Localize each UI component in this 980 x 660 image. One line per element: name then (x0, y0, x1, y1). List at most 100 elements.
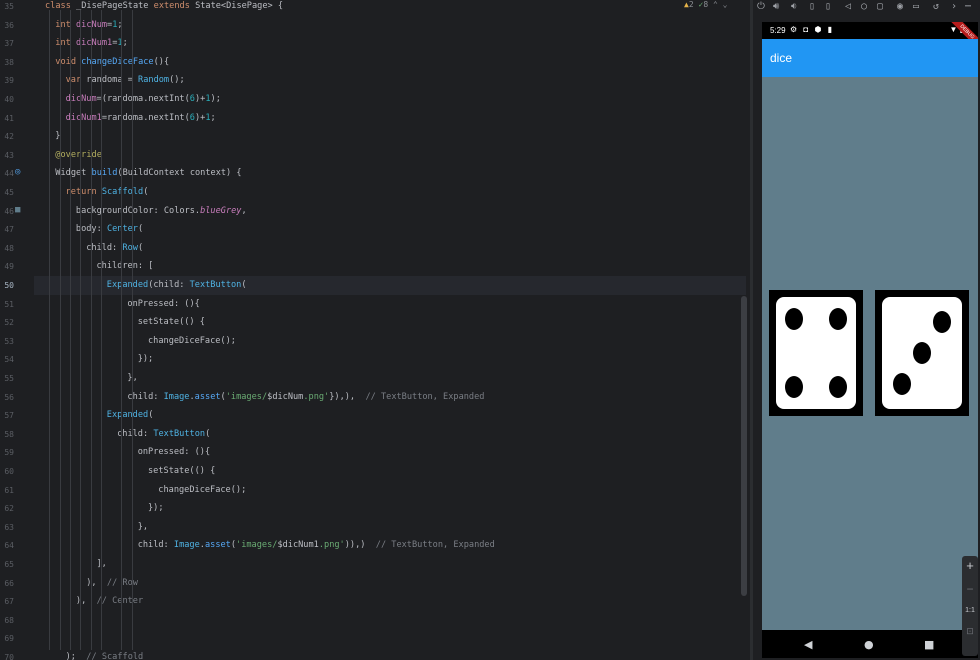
code-line[interactable]: class _DisePageState extends State<DiseP… (34, 0, 746, 16)
volume-up-icon[interactable]: 🔊︎ (773, 1, 779, 12)
camera-icon[interactable]: ◉ (897, 1, 903, 12)
code-line[interactable]: void changeDiceFace(){ (34, 53, 746, 72)
override-marker-icon[interactable]: ◎ (15, 167, 20, 177)
code-line[interactable]: changeDiceFace(); (34, 332, 746, 351)
code-line[interactable]: @override (34, 146, 746, 165)
line-number: 56 (4, 392, 14, 402)
code-line[interactable]: Widget build(BuildContext context) { (34, 164, 746, 183)
code-line[interactable]: int dicNum=1; (34, 16, 746, 35)
nav-back-icon[interactable]: ◀ (804, 638, 812, 651)
die-pip (933, 310, 951, 333)
code-line[interactable]: child: Image.asset('images/$dicNum1.png'… (34, 536, 746, 555)
inspection-widget[interactable]: ▲2 ✓8 ⌃ ⌄ (684, 0, 727, 9)
code-token: dicNum1 (65, 112, 102, 123)
line-number: 62 (4, 504, 14, 514)
code-token: return (65, 187, 102, 197)
code-line[interactable]: Expanded( (34, 406, 746, 425)
notification-icons: ⚙ ◘ ⬢ ▮ (790, 25, 835, 34)
code-token: randoma = (86, 75, 139, 86)
code-token: )+ (194, 94, 206, 104)
line-number-gutter: 35 36 37 38 39 40 41 42 43 44 45 46 47 48 49 50 51 52 53 54… (0, 0, 30, 660)
code-line[interactable]: }); (34, 350, 746, 369)
code-editor[interactable]: 35 36 37 38 39 40 41 42 43 44 45 46 47 48 49 50 51 52 53 54… (0, 0, 750, 660)
record-icon[interactable]: ▭ (913, 1, 919, 12)
power-icon[interactable]: ⏻ (757, 1, 765, 12)
code-line[interactable] (34, 629, 746, 648)
code-token: int (55, 19, 76, 30)
line-number: 47 (4, 225, 14, 235)
code-line[interactable]: children: [ (34, 257, 746, 276)
overflow-icon[interactable]: ⋯ (965, 1, 971, 12)
code-line[interactable]: child: Row( (34, 239, 746, 258)
code-line[interactable]: child: Image.asset('images/$dicNum.png'}… (34, 388, 746, 407)
home-icon[interactable]: ○ (861, 1, 867, 12)
code-line[interactable] (34, 611, 746, 630)
code-line[interactable]: ], (34, 555, 746, 574)
code-line[interactable]: setState(() { (34, 462, 746, 481)
right-die-face (882, 297, 962, 409)
code-token: )+ (194, 112, 206, 123)
code-line[interactable]: changeDiceFace(); (34, 481, 746, 500)
code-token: ), (86, 577, 107, 588)
zoom-in-button[interactable]: + (962, 558, 978, 573)
chevron-down-icon[interactable]: ⌄ (723, 0, 728, 9)
code-line[interactable]: ), // Center (34, 592, 746, 611)
color-swatch-icon[interactable]: ■ (15, 205, 20, 215)
rotate-right-icon[interactable]: ▯ (825, 1, 831, 12)
zoom-fit-icon[interactable]: ⊡ (962, 626, 978, 637)
more-icon[interactable]: › (951, 1, 957, 12)
device-screen[interactable]: 5:29 ⚙ ◘ ⬢ ▮ ▼ ▮ DEBUG dice ◀ ● ■ (762, 22, 978, 658)
code-line[interactable]: int dicNum1=1; (34, 34, 746, 53)
die-pip (784, 308, 803, 331)
code-line[interactable]: var randoma = Random(); (34, 71, 746, 90)
line-number: 44 (4, 169, 14, 179)
code-line[interactable]: body: Center( (34, 220, 746, 239)
code-line[interactable]: onPressed: (){ (34, 443, 746, 462)
code-line[interactable]: dicNum1=randoma.nextInt(6)+1; (34, 109, 746, 128)
undo-icon[interactable]: ↺ (933, 1, 939, 12)
chevron-up-icon[interactable]: ⌃ (713, 0, 718, 9)
line-number: 59 (4, 448, 14, 458)
left-die-button[interactable] (769, 290, 863, 416)
die-pip (829, 375, 848, 398)
back-icon[interactable]: ◁ (845, 1, 851, 12)
right-die-button[interactable] (875, 290, 969, 416)
indent-guide (131, 10, 133, 650)
line-number: 54 (4, 355, 14, 365)
zoom-ratio-button[interactable]: 1:1 (962, 607, 978, 614)
editor-scrollbar[interactable] (741, 296, 747, 596)
line-number: 53 (4, 336, 14, 346)
code-token: Expanded (106, 280, 149, 290)
code-token: =(randoma.nextInt( (96, 94, 190, 104)
code-line[interactable]: child: TextButton( (34, 425, 746, 444)
code-line[interactable]: onPressed: (){ (34, 295, 746, 314)
nav-recents-icon[interactable]: ■ (924, 638, 934, 651)
volume-down-icon[interactable]: 🔉︎ (791, 1, 797, 12)
line-number: 39 (4, 76, 14, 86)
code-line[interactable]: backgroundColor: Colors.blueGrey, (34, 202, 746, 221)
code-area[interactable]: class _DisePageState extends State<DiseP… (34, 0, 746, 660)
line-number: 43 (4, 150, 14, 160)
nav-home-icon[interactable]: ● (864, 638, 874, 651)
rotate-left-icon[interactable]: ▯ (809, 1, 815, 12)
code-token: Expanded (106, 410, 149, 421)
code-line[interactable]: ); // Scaffold (34, 648, 746, 660)
overview-icon[interactable]: ▢ (877, 1, 883, 12)
code-line[interactable]: ), // Row (34, 574, 746, 593)
code-token: ( (148, 410, 154, 421)
code-line[interactable]: }, (34, 518, 746, 537)
code-line[interactable]: Expanded(child: TextButton( (34, 276, 746, 295)
code-token: TextButton (153, 428, 206, 439)
code-token: _DisePageState (76, 1, 154, 11)
code-token: ( (205, 428, 211, 439)
code-line[interactable]: }); (34, 499, 746, 518)
code-line[interactable]: return Scaffold( (34, 183, 746, 202)
zoom-out-button[interactable]: − (962, 582, 978, 596)
code-token: .png' (318, 540, 345, 551)
code-line[interactable]: }, (34, 369, 746, 388)
code-line[interactable]: } (34, 127, 746, 146)
code-token: // Scaffold (86, 652, 144, 660)
code-line[interactable]: setState(() { (34, 313, 746, 332)
code-line[interactable]: dicNum=(randoma.nextInt(6)+1); (34, 90, 746, 109)
line-number: 35 (4, 2, 14, 11)
